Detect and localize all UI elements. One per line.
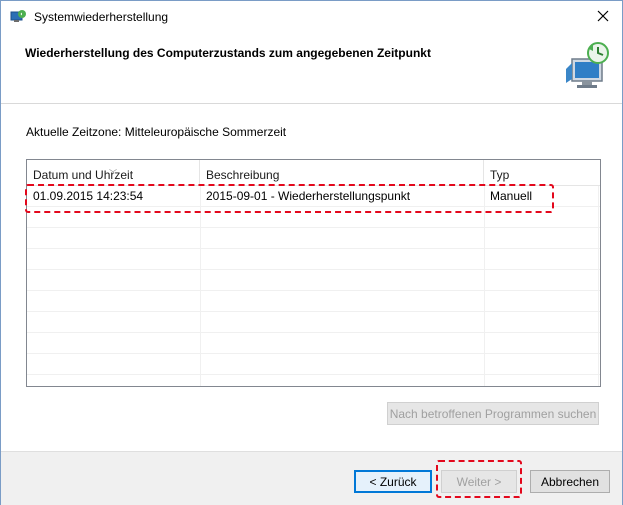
empty-row: [27, 291, 600, 312]
system-restore-monitor-icon: [566, 42, 609, 88]
list-header: ﹀ Datum und Uhrzeit Beschreibung Typ: [27, 160, 600, 186]
highlight-annotation-row: [25, 184, 554, 213]
column-header-date[interactable]: ﹀ Datum und Uhrzeit: [27, 160, 200, 185]
empty-row: [27, 333, 600, 354]
scan-affected-programs-button[interactable]: Nach betroffenen Programmen suchen: [387, 402, 599, 425]
wizard-footer: [1, 451, 622, 505]
system-restore-window: Systemwiederherstellung Wiederherstellun…: [0, 0, 623, 505]
empty-row: [27, 270, 600, 291]
column-header-description[interactable]: Beschreibung: [200, 160, 484, 185]
empty-row: [27, 228, 600, 249]
cancel-button[interactable]: Abbrechen: [530, 470, 610, 493]
title-bar: Systemwiederherstellung: [1, 1, 622, 31]
close-button[interactable]: [584, 1, 622, 31]
wizard-header: Wiederherstellung des Computerzustands z…: [1, 31, 622, 104]
window-title: Systemwiederherstellung: [34, 10, 169, 24]
column-header-date-label: Datum und Uhrzeit: [33, 168, 134, 182]
column-header-type-label: Typ: [490, 168, 510, 182]
empty-row: [27, 249, 600, 270]
back-button[interactable]: < Zurück: [354, 470, 432, 493]
highlight-annotation-next: [436, 460, 522, 498]
column-header-description-label: Beschreibung: [206, 168, 280, 182]
system-restore-icon: [10, 10, 26, 22]
close-icon: [597, 10, 609, 22]
empty-row: [27, 375, 600, 386]
page-title: Wiederherstellung des Computerzustands z…: [25, 46, 431, 60]
timezone-label: Aktuelle Zeitzone: Mitteleuropäische Som…: [26, 125, 287, 139]
empty-row: [27, 312, 600, 333]
empty-row: [27, 354, 600, 375]
column-header-type[interactable]: Typ: [484, 160, 599, 185]
wizard-body: Aktuelle Zeitzone: Mitteleuropäische Som…: [1, 104, 622, 448]
